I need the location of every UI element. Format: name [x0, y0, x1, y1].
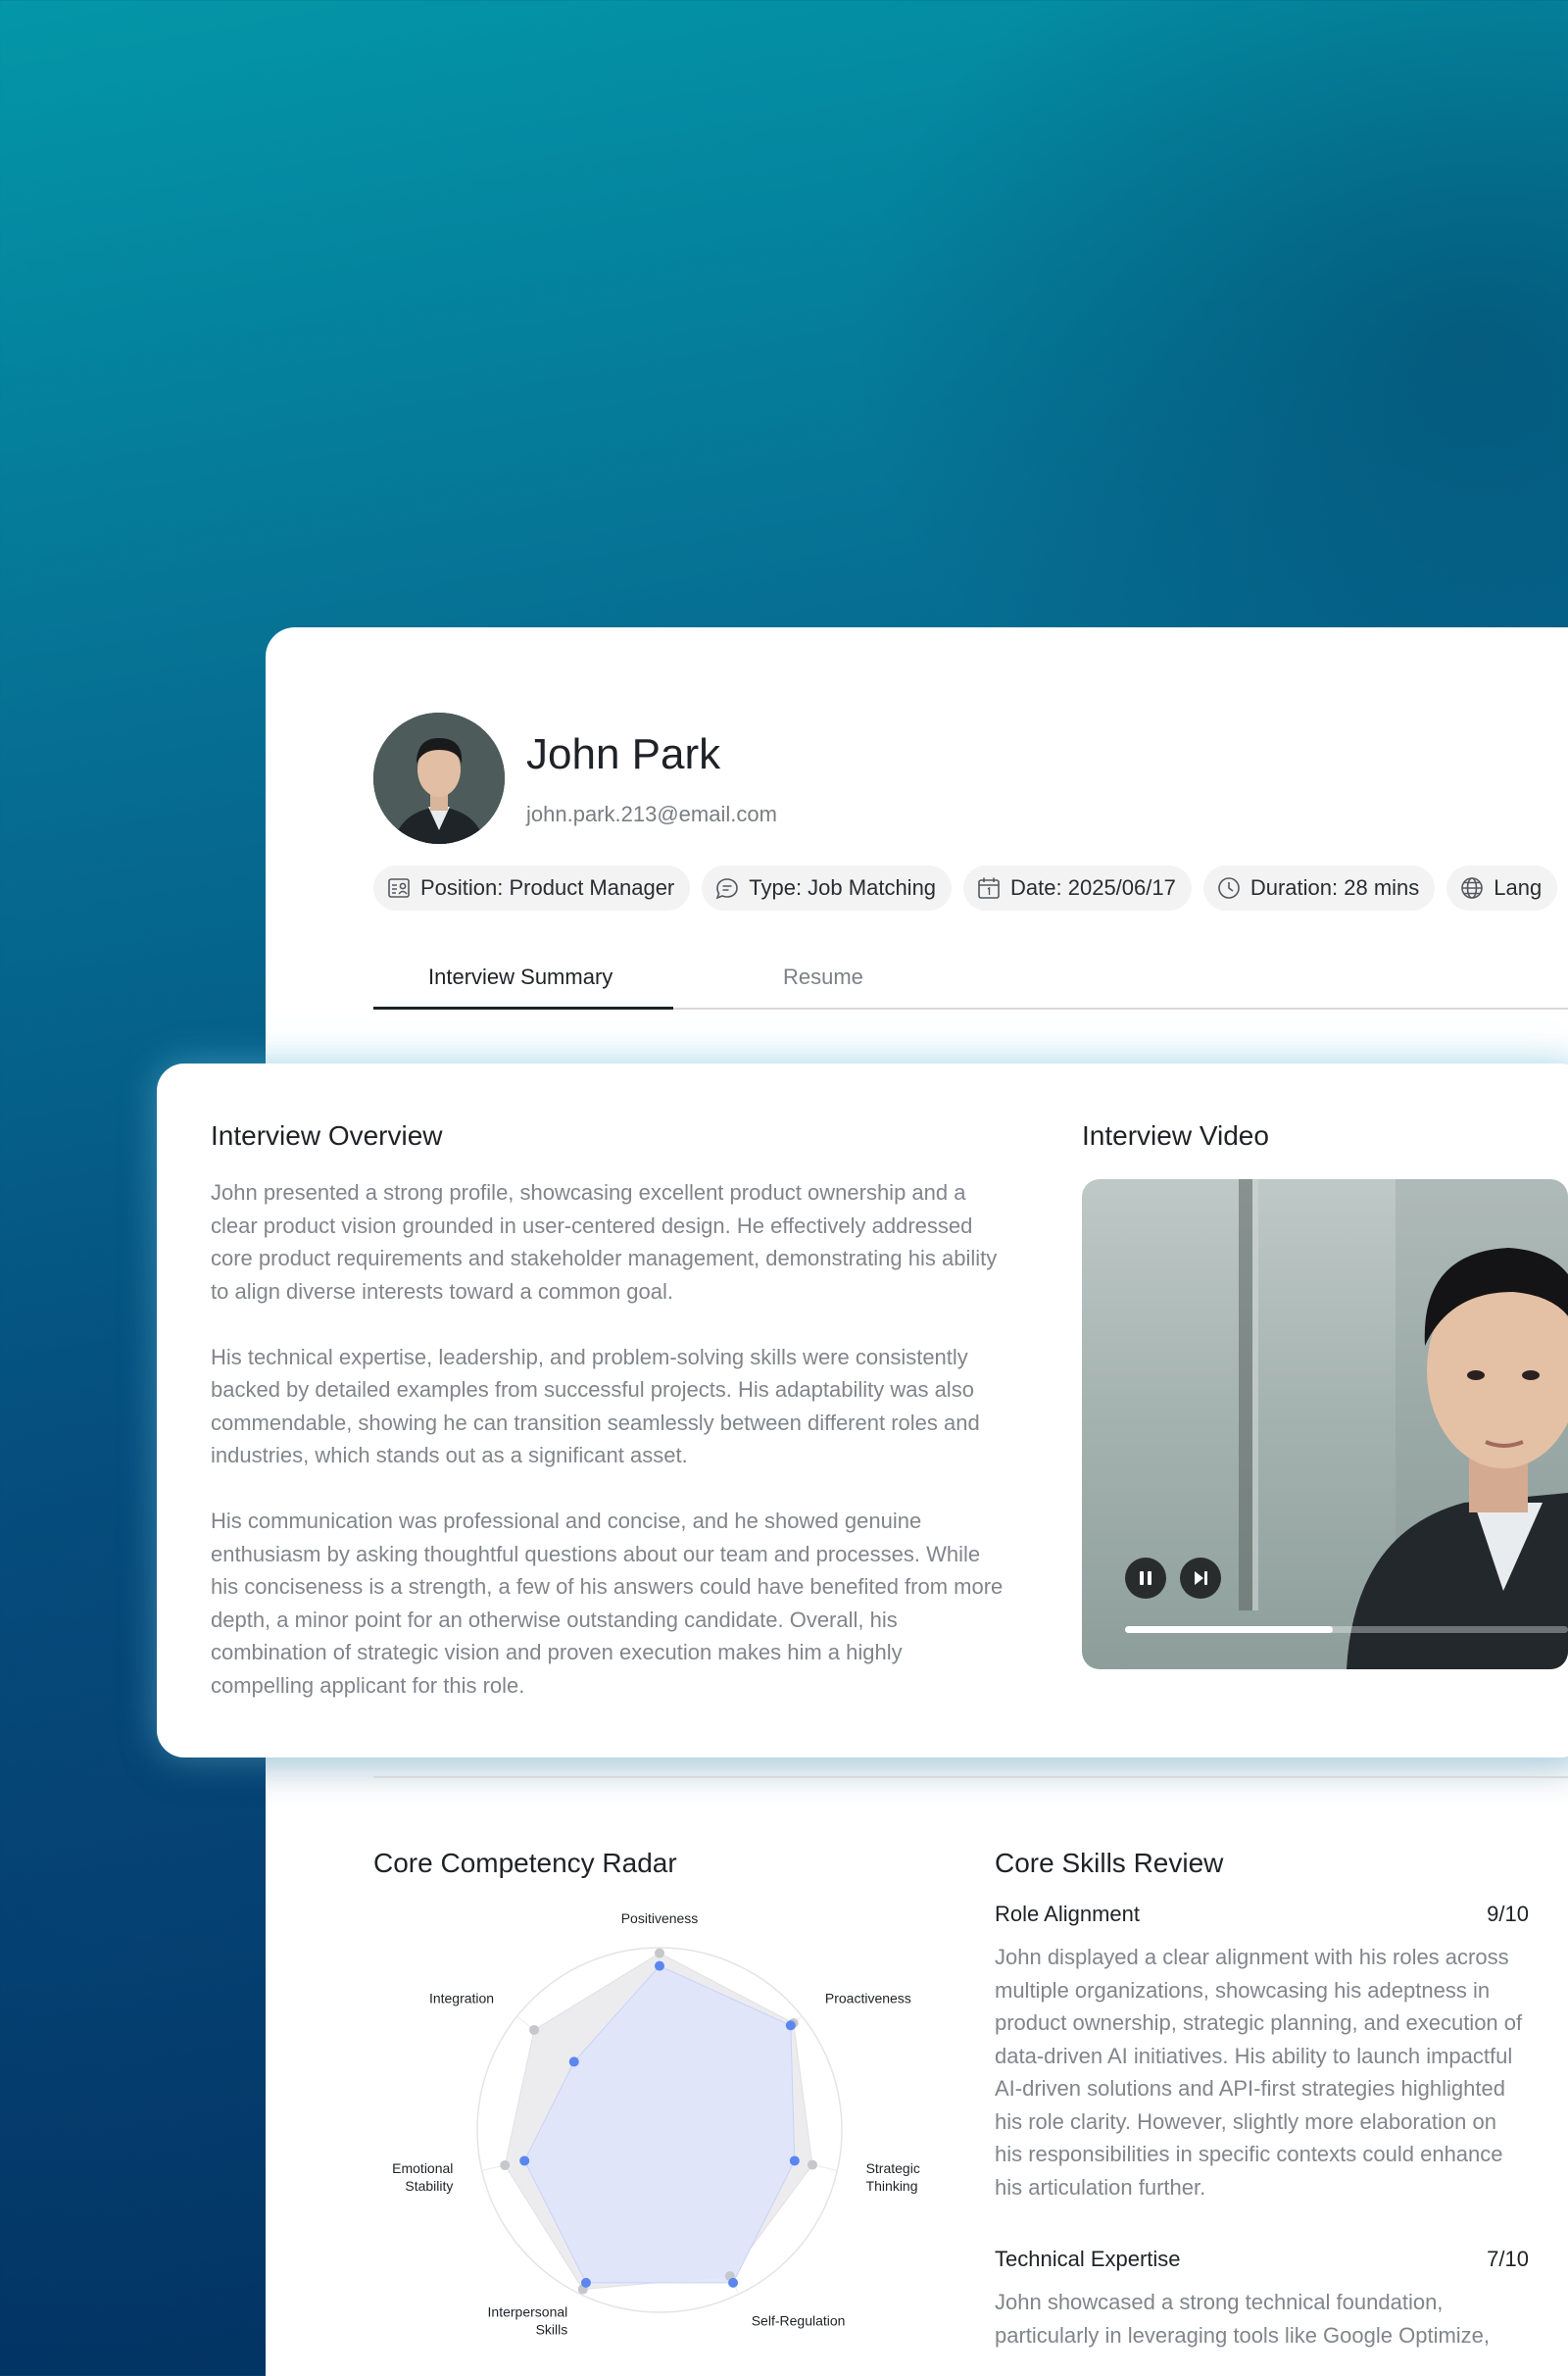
skills-title: Core Skills Review: [995, 1848, 1224, 1878]
video-title: Interview Video: [1082, 1120, 1269, 1151]
interview-video-player[interactable]: [1082, 1179, 1568, 1669]
section-divider: [373, 1776, 1568, 1778]
overview-text: John presented a strong profile, showcas…: [211, 1176, 1004, 1735]
chip-type: Type: Job Matching: [702, 866, 953, 911]
avatar: [373, 713, 505, 844]
radar-axis-label: Positiveness: [621, 1910, 699, 1926]
skill-name: Technical Expertise: [995, 2247, 1181, 2271]
skills-list: Role Alignment 9/10 John displayed a cle…: [995, 1902, 1529, 2376]
skip-next-icon: [1195, 1571, 1207, 1585]
calendar-icon: [978, 877, 1000, 899]
video-progress-fill: [1125, 1626, 1334, 1633]
chip-type-text: Type: Job Matching: [749, 875, 937, 900]
skill-description: John displayed a clear alignment with hi…: [995, 1945, 1523, 2200]
pause-button[interactable]: [1125, 1558, 1166, 1599]
radar-axis-label: Strategic Thinking: [866, 2160, 920, 2194]
radar-benchmark-point: [500, 2160, 511, 2171]
skill-description: John showcased a strong technical founda…: [995, 2290, 1491, 2348]
chip-language: Lang: [1446, 866, 1558, 911]
radar-candidate-point: [789, 2155, 800, 2166]
overview-paragraph: His technical expertise, leadership, and…: [211, 1344, 980, 1468]
tab-interview-summary[interactable]: Interview Summary: [428, 965, 612, 990]
radar-candidate-point: [519, 2155, 530, 2166]
radar-axis-label: Proactiveness: [825, 1990, 911, 2005]
skip-next-button[interactable]: [1180, 1558, 1221, 1599]
radar-axis-label: Emotional Stability: [392, 2160, 453, 2194]
radar-candidate-point: [580, 2277, 591, 2288]
chip-date-text: Date: 2025/06/17: [1010, 875, 1176, 900]
active-tab-indicator: [373, 1007, 673, 1010]
radar-benchmark-point: [807, 2159, 817, 2170]
radar-benchmark-point: [529, 2024, 540, 2035]
overview-title: Interview Overview: [211, 1120, 443, 1151]
radar-candidate-point: [785, 2020, 796, 2031]
tab-resume[interactable]: Resume: [783, 965, 863, 990]
chip-position-text: Position: Product Manager: [420, 875, 675, 900]
chat-icon: [715, 878, 739, 900]
skill-item: Role Alignment 9/10 John displayed a cle…: [995, 1902, 1529, 2203]
chip-duration-text: Duration: 28 mins: [1250, 875, 1420, 900]
position-icon: [388, 878, 410, 898]
interview-meta-chips: Position: Product Manager Type: Job Matc…: [373, 866, 1558, 911]
skill-score: 7/10: [1487, 2247, 1529, 2271]
radar-axis-label: Interpersonal Skills: [488, 2304, 568, 2338]
clock-icon: [1218, 877, 1240, 899]
overview-paragraph: His communication was professional and c…: [211, 1509, 1004, 1698]
chip-language-text: Lang: [1494, 875, 1543, 900]
chip-duration: Duration: 28 mins: [1202, 866, 1436, 911]
radar-axis-label: Integration: [429, 1990, 494, 2005]
candidate-email: john.park.213@email.com: [526, 802, 777, 826]
radar-axis-label: Self-Regulation: [752, 2313, 846, 2329]
competency-radar-chart: Positiveness Proactiveness Strategic Thinki…: [373, 1909, 961, 2360]
skill-name: Role Alignment: [995, 1902, 1140, 1926]
chip-position: Position: Product Manager: [373, 866, 691, 911]
radar-title: Core Competency Radar: [373, 1848, 677, 1878]
video-progress-bar[interactable]: [1125, 1626, 1568, 1633]
overview-paragraph: John presented a strong profile, showcas…: [211, 1180, 998, 1304]
candidate-name: John Park: [526, 730, 721, 778]
radar-candidate-point: [655, 1960, 664, 1971]
skill-score: 9/10: [1487, 1902, 1529, 1926]
globe-icon: [1461, 877, 1484, 899]
pause-icon: [1140, 1571, 1152, 1585]
radar-benchmark-point: [655, 1948, 664, 1958]
chip-date: Date: 2025/06/17: [963, 866, 1192, 911]
radar-candidate-point: [568, 2056, 579, 2067]
skill-item: Technical Expertise 7/10 John showcased …: [995, 2247, 1529, 2351]
tab-bar: Interview Summary Resume: [373, 959, 1568, 1010]
radar-candidate-point: [728, 2277, 739, 2288]
